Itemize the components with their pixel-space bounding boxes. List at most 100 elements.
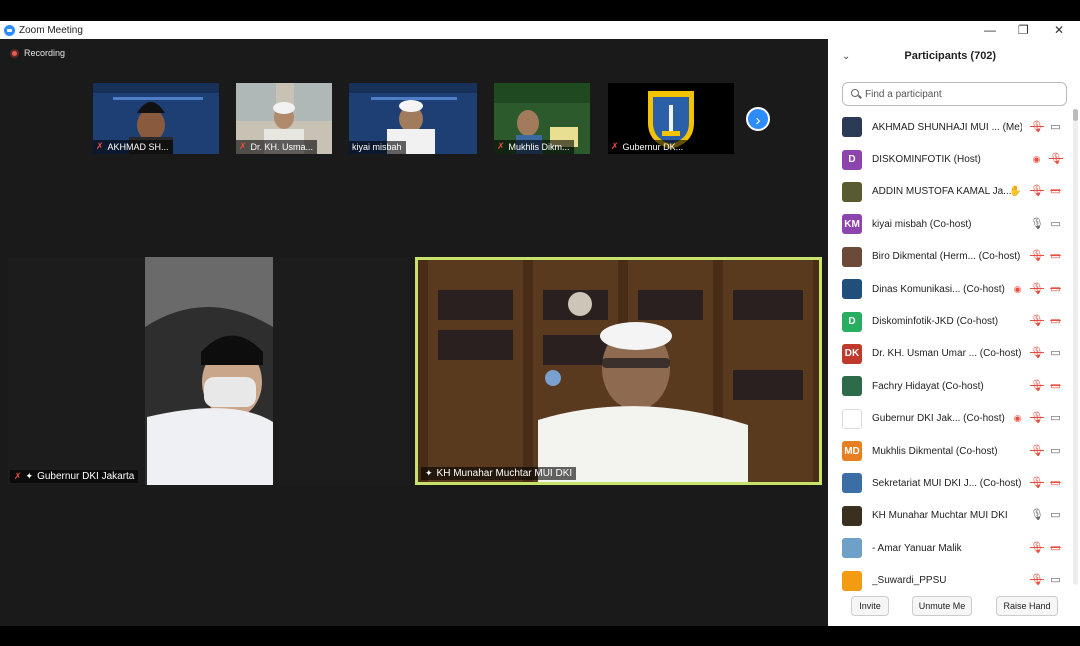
participant-name: Gubernur DKI Jak... (Co-host) (872, 413, 1005, 425)
video-on-icon: ▭ (1050, 444, 1061, 457)
participant-row[interactable]: KM kiyai misbah (Co-host) 🎙 ▭ (828, 208, 1072, 240)
participant-status-icons: ◉ 🎙 ▭ (1011, 403, 1062, 435)
recording-label: Recording (24, 48, 66, 58)
video-tile-right-active-speaker[interactable]: ✦ KH Munahar Muchtar MUI DKI (415, 257, 822, 485)
video-muted-icon: ▭ (1050, 379, 1061, 392)
participant-name: Biro Dikmental (Herm... (Co-host) (872, 251, 1021, 263)
participant-avatar (842, 505, 862, 526)
raise-hand-button[interactable]: Raise Hand (996, 596, 1058, 616)
participant-row[interactable]: D DISKOMINFOTIK (Host) ◉ 🎙 (828, 143, 1072, 175)
search-input[interactable] (865, 88, 1055, 100)
thumb-name-4: ✗ Mukhlis Dikm... (494, 140, 574, 154)
mic-muted-icon: 🎙 (1030, 412, 1044, 425)
participant-status-icons: 🎙 ▭ (1030, 338, 1062, 370)
mic-muted-icon: 🎙 (1030, 120, 1044, 133)
gallery-next-button[interactable]: › (746, 107, 770, 131)
participant-name: Dr. KH. Usman Umar ... (Co-host) (872, 348, 1022, 360)
participant-row[interactable]: Biro Dikmental (Herm... (Co-host) 🎙 ▭ (828, 241, 1072, 273)
mic-muted-icon: ✗ (611, 141, 619, 151)
mic-muted-icon: ✗ (96, 141, 104, 151)
participant-status-icons: 🎙 ▭ (1030, 241, 1062, 273)
participant-name: Dinas Komunikasi... (Co-host) (872, 283, 1005, 295)
mic-muted-icon: ✗ (14, 471, 22, 481)
participant-status-icons: ◉ 🎙 (1030, 143, 1063, 175)
participant-status-icons: ✋ 🎙 ▭ (1009, 176, 1062, 208)
participant-status-icons: 🎙 ▭ (1030, 208, 1062, 240)
participant-name: kiyai misbah (Co-host) (872, 218, 972, 230)
participant-name: AKHMAD SHUNHAJI MUI ... (Me) (872, 121, 1022, 133)
participant-row[interactable]: ADDIN MUSTOFA KAMAL Ja... ✋ 🎙 ▭ (828, 176, 1072, 208)
participant-status-icons: ◉ 🎙 ▭ (1011, 273, 1062, 305)
recording-dot-icon (10, 48, 19, 58)
gallery-thumb-1[interactable]: ✗ AKHMAD SH... (93, 83, 219, 154)
video-tile-left[interactable]: ✗ ✦ Gubernur DKI Jakarta (7, 257, 410, 485)
thumb-name-5: ✗ Gubernur DK... (608, 140, 688, 154)
participant-row[interactable]: Dinas Komunikasi... (Co-host) ◉ 🎙 ▭ (828, 273, 1072, 305)
mic-muted-icon: 🎙 (1030, 444, 1044, 457)
participant-avatar (842, 279, 862, 300)
participant-avatar (842, 408, 862, 429)
video-on-icon: ▭ (1050, 509, 1061, 522)
participant-status-icons: 🎙 ▭ (1030, 467, 1062, 499)
participant-status-icons: 🎙 ▭ (1030, 435, 1062, 467)
participant-list-scrollbar[interactable] (1073, 109, 1078, 585)
window-title: Zoom Meeting (19, 24, 83, 36)
participant-status-icons: 🎙 ▭ (1030, 370, 1062, 402)
participant-row[interactable]: KH Munahar Muchtar MUI DKI 🎙 ▭ (828, 500, 1072, 532)
invite-button[interactable]: Invite (851, 596, 889, 616)
gallery-thumb-4[interactable]: ✗ Mukhlis Dikm... (494, 83, 590, 154)
video-muted-icon: ▭ (1050, 250, 1061, 263)
tile-name-left: ✗ ✦ Gubernur DKI Jakarta (10, 470, 139, 483)
gallery-thumb-5[interactable]: ✗ Gubernur DK... (608, 83, 734, 154)
recording-icon: ◉ (1013, 283, 1022, 294)
participant-status-icons: 🎙 ▭ (1030, 305, 1062, 337)
mic-muted-icon: ✗ (239, 141, 247, 151)
participant-row[interactable]: Sekretariat MUI DKI J... (Co-host) 🎙 ▭ (828, 467, 1072, 499)
close-icon[interactable]: ✕ (1054, 23, 1064, 37)
participant-row[interactable]: DK Dr. KH. Usman Umar ... (Co-host) 🎙 ▭ (828, 338, 1072, 370)
video-on-icon: ▭ (1050, 120, 1061, 133)
unmute-me-button[interactable]: Unmute Me (912, 596, 972, 616)
mic-muted-icon: 🎙 (1030, 574, 1044, 587)
participant-row[interactable]: _Suwardi_PPSU 🎙 ▭ (828, 564, 1072, 596)
recording-indicator: Recording (10, 48, 65, 58)
participant-list: AKHMAD SHUNHAJI MUI ... (Me) 🎙 ▭ D DISKOMINF… (828, 111, 1072, 597)
restore-icon[interactable]: ❐ (1018, 23, 1029, 37)
participant-name: KH Munahar Muchtar MUI DKI (872, 510, 1008, 522)
participant-avatar (842, 473, 862, 494)
participant-avatar (842, 246, 862, 267)
mic-on-icon: 🎙 (1030, 509, 1044, 522)
participant-row[interactable]: Fachry Hidayat (Co-host) 🎙 ▭ (828, 370, 1072, 402)
chevron-down-icon[interactable]: ⌄ (842, 51, 850, 62)
participant-row[interactable]: MD Mukhlis Dikmental (Co-host) 🎙 ▭ (828, 435, 1072, 467)
participant-row[interactable]: Gubernur DKI Jak... (Co-host) ◉ 🎙 ▭ (828, 403, 1072, 435)
search-icon (851, 89, 861, 99)
participant-name: Sekretariat MUI DKI J... (Co-host) (872, 477, 1022, 489)
participant-row[interactable]: - Amar Yanuar Malik 🎙 ▭ (828, 532, 1072, 564)
participant-status-icons: 🎙 ▭ (1030, 564, 1062, 596)
thumb-name-2: ✗ Dr. KH. Usma... (236, 140, 318, 154)
recording-icon: ◉ (1013, 413, 1022, 424)
participant-status-icons: 🎙 ▭ (1030, 111, 1062, 143)
participant-avatar: D (842, 149, 862, 170)
mic-muted-icon: 🎙 (1030, 476, 1044, 489)
mic-muted-icon: 🎙 (1030, 250, 1044, 263)
minimize-icon[interactable]: — (984, 23, 996, 37)
participant-search[interactable] (842, 82, 1067, 106)
video-muted-icon: ▭ (1050, 185, 1061, 198)
gallery-thumb-3[interactable]: kiyai misbah (349, 83, 477, 154)
pin-icon: ✦ (25, 471, 34, 481)
participant-avatar: MD (842, 441, 862, 462)
participant-row[interactable]: AKHMAD SHUNHAJI MUI ... (Me) 🎙 ▭ (828, 111, 1072, 143)
participants-panel: ⌄ Participants (702) AKHMAD SHUNHAJI MUI… (828, 39, 1080, 626)
video-muted-icon: ▭ (1050, 541, 1061, 554)
participants-footer: Invite Unmute Me Raise Hand (828, 596, 1080, 618)
participant-avatar (842, 538, 862, 559)
participant-row[interactable]: D Diskominfotik-JKD (Co-host) 🎙 ▭ (828, 305, 1072, 337)
participant-avatar (842, 117, 862, 138)
scrollbar-thumb[interactable] (1073, 109, 1078, 121)
mic-muted-icon: 🎙 (1030, 282, 1044, 295)
participant-avatar: KM (842, 214, 862, 235)
gallery-thumb-2[interactable]: ✗ Dr. KH. Usma... (236, 83, 332, 154)
video-muted-icon: ▭ (1050, 282, 1061, 295)
